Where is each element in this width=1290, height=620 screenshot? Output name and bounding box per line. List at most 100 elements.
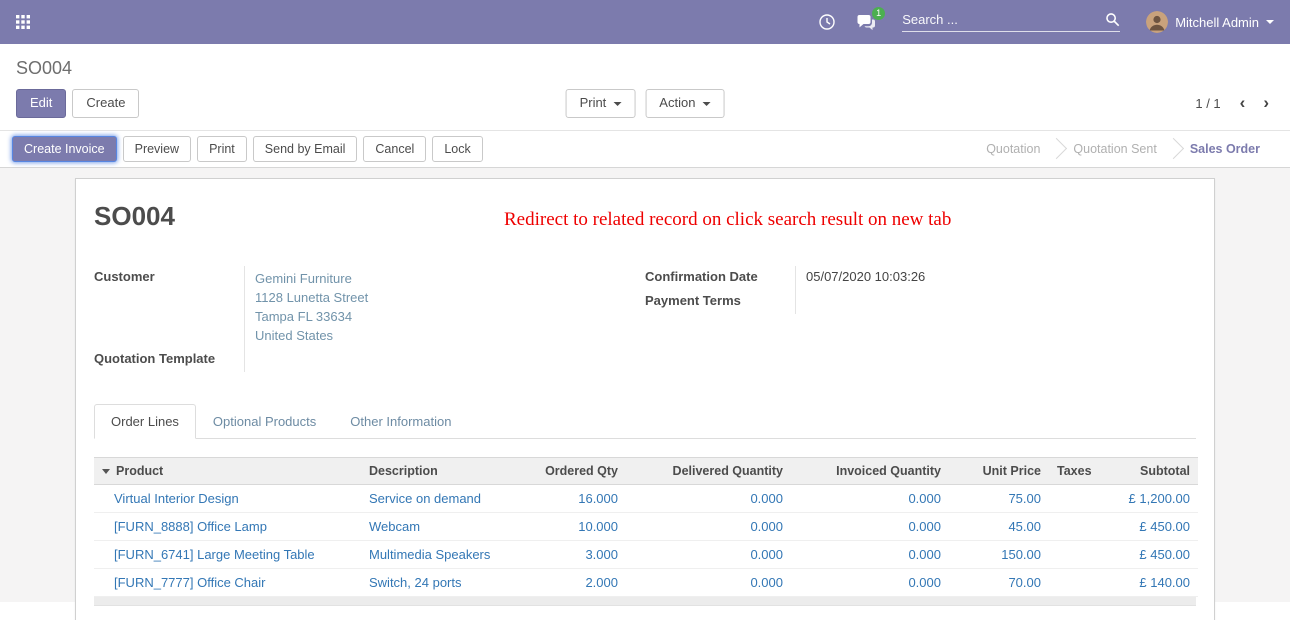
cell-ordered-qty[interactable]: 10.000	[518, 512, 626, 540]
top-navbar: 1 Mitchell Admin	[0, 0, 1290, 44]
cell-product[interactable]: [FURN_7777] Office Chair	[94, 568, 361, 596]
table-row[interactable]: [FURN_7777] Office Chair Switch, 24 port…	[94, 568, 1198, 596]
search-input[interactable]	[902, 12, 1105, 27]
field-groups: Customer Gemini Furniture 1128 Lunetta S…	[94, 266, 1196, 372]
print-dropdown-button[interactable]: Print	[566, 89, 636, 118]
payment-terms-label: Payment Terms	[645, 290, 795, 314]
messages-chat-icon[interactable]: 1	[856, 14, 876, 31]
form-statusbar: Create Invoice Preview Print Send by Ema…	[0, 130, 1290, 168]
user-name: Mitchell Admin	[1175, 15, 1259, 30]
cell-description[interactable]: Webcam	[361, 512, 518, 540]
cell-invoiced-qty[interactable]: 0.000	[791, 484, 949, 512]
cell-subtotal[interactable]: £ 450.00	[1111, 540, 1198, 568]
table-header-row: Product Description Ordered Qty Delivere…	[94, 457, 1198, 484]
table-footer-strip	[94, 597, 1196, 606]
form-sheet: SO004 Redirect to related record on clic…	[75, 178, 1215, 620]
confirmation-date-value: 05/07/2020 10:03:26	[795, 266, 1196, 290]
customer-value: Gemini Furniture 1128 Lunetta Street Tam…	[244, 266, 645, 348]
message-count-badge: 1	[872, 7, 885, 20]
cell-taxes[interactable]	[1049, 568, 1111, 596]
header-unit-price[interactable]: Unit Price	[949, 457, 1049, 484]
cancel-button[interactable]: Cancel	[363, 136, 426, 162]
customer-city: Tampa FL 33634	[255, 307, 645, 326]
global-search	[902, 12, 1120, 32]
cell-delivered-qty[interactable]: 0.000	[626, 484, 791, 512]
cell-subtotal[interactable]: £ 450.00	[1111, 512, 1198, 540]
customer-label: Customer	[94, 266, 244, 348]
cell-taxes[interactable]	[1049, 540, 1111, 568]
cell-unit-price[interactable]: 45.00	[949, 512, 1049, 540]
header-product[interactable]: Product	[94, 457, 361, 484]
cell-description[interactable]: Multimedia Speakers	[361, 540, 518, 568]
tab-optional-products[interactable]: Optional Products	[196, 404, 333, 439]
table-row[interactable]: [FURN_8888] Office Lamp Webcam 10.000 0.…	[94, 512, 1198, 540]
avatar	[1146, 11, 1168, 33]
header-ordered-qty[interactable]: Ordered Qty	[518, 457, 626, 484]
header-invoiced-quantity[interactable]: Invoiced Quantity	[791, 457, 949, 484]
cell-product[interactable]: [FURN_8888] Office Lamp	[94, 512, 361, 540]
cell-invoiced-qty[interactable]: 0.000	[791, 540, 949, 568]
tab-order-lines[interactable]: Order Lines	[94, 404, 196, 439]
chevron-down-icon	[1266, 20, 1274, 24]
cell-description[interactable]: Switch, 24 ports	[361, 568, 518, 596]
cell-invoiced-qty[interactable]: 0.000	[791, 568, 949, 596]
pager: 1 / 1 ‹ ›	[1195, 93, 1274, 113]
action-dropdown-button[interactable]: Action	[645, 89, 724, 118]
header-taxes[interactable]: Taxes	[1049, 457, 1111, 484]
header-delivered-quantity[interactable]: Delivered Quantity	[626, 457, 791, 484]
breadcrumb: SO004	[0, 44, 1290, 81]
create-invoice-button[interactable]: Create Invoice	[12, 136, 117, 162]
print-button[interactable]: Print	[197, 136, 247, 162]
cell-delivered-qty[interactable]: 0.000	[626, 568, 791, 596]
cell-product[interactable]: Virtual Interior Design	[94, 484, 361, 512]
pager-value: 1 / 1	[1195, 96, 1220, 111]
customer-country: United States	[255, 326, 645, 345]
tab-other-information[interactable]: Other Information	[333, 404, 468, 439]
cell-taxes[interactable]	[1049, 484, 1111, 512]
create-button[interactable]: Create	[72, 89, 139, 118]
edit-button[interactable]: Edit	[16, 89, 66, 118]
cell-invoiced-qty[interactable]: 0.000	[791, 512, 949, 540]
chevron-down-icon	[613, 102, 621, 106]
status-steps: Quotation Quotation Sent Sales Order	[970, 131, 1290, 167]
status-step-quotation[interactable]: Quotation	[970, 142, 1056, 156]
table-row[interactable]: [FURN_6741] Large Meeting Table Multimed…	[94, 540, 1198, 568]
chevron-down-icon	[702, 102, 710, 106]
customer-name-link[interactable]: Gemini Furniture	[255, 269, 645, 288]
header-description[interactable]: Description	[361, 457, 518, 484]
apps-grid-icon[interactable]	[16, 15, 30, 29]
cell-taxes[interactable]	[1049, 512, 1111, 540]
preview-button[interactable]: Preview	[123, 136, 191, 162]
pager-next-button[interactable]: ›	[1258, 93, 1274, 113]
cell-delivered-qty[interactable]: 0.000	[626, 540, 791, 568]
cell-subtotal[interactable]: £ 140.00	[1111, 568, 1198, 596]
cell-subtotal[interactable]: £ 1,200.00	[1111, 484, 1198, 512]
cell-unit-price[interactable]: 150.00	[949, 540, 1049, 568]
quotation-template-value	[244, 348, 645, 372]
cell-product[interactable]: [FURN_6741] Large Meeting Table	[94, 540, 361, 568]
cell-delivered-qty[interactable]: 0.000	[626, 512, 791, 540]
user-menu[interactable]: Mitchell Admin	[1146, 11, 1274, 33]
search-icon[interactable]	[1105, 12, 1120, 27]
cell-ordered-qty[interactable]: 16.000	[518, 484, 626, 512]
header-subtotal[interactable]: Subtotal	[1111, 457, 1198, 484]
cell-ordered-qty[interactable]: 2.000	[518, 568, 626, 596]
confirmation-date-label: Confirmation Date	[645, 266, 795, 290]
lock-button[interactable]: Lock	[432, 136, 482, 162]
activity-clock-icon[interactable]	[818, 13, 836, 31]
cell-ordered-qty[interactable]: 3.000	[518, 540, 626, 568]
cell-description[interactable]: Service on demand	[361, 484, 518, 512]
content-area: SO004 Redirect to related record on clic…	[0, 168, 1290, 602]
control-panel: Edit Create Print Action 1 / 1 ‹ ›	[0, 81, 1290, 130]
order-lines-table: Product Description Ordered Qty Delivere…	[94, 457, 1198, 597]
status-step-sales-order[interactable]: Sales Order	[1174, 142, 1276, 156]
cell-unit-price[interactable]: 70.00	[949, 568, 1049, 596]
notebook-tabs: Order Lines Optional Products Other Info…	[94, 404, 1196, 439]
send-by-email-button[interactable]: Send by Email	[253, 136, 358, 162]
table-row[interactable]: Virtual Interior Design Service on deman…	[94, 484, 1198, 512]
status-step-quotation-sent[interactable]: Quotation Sent	[1057, 142, 1172, 156]
payment-terms-value	[795, 290, 1196, 314]
pager-previous-button[interactable]: ‹	[1235, 93, 1251, 113]
cell-unit-price[interactable]: 75.00	[949, 484, 1049, 512]
sort-caret-icon	[102, 469, 110, 474]
